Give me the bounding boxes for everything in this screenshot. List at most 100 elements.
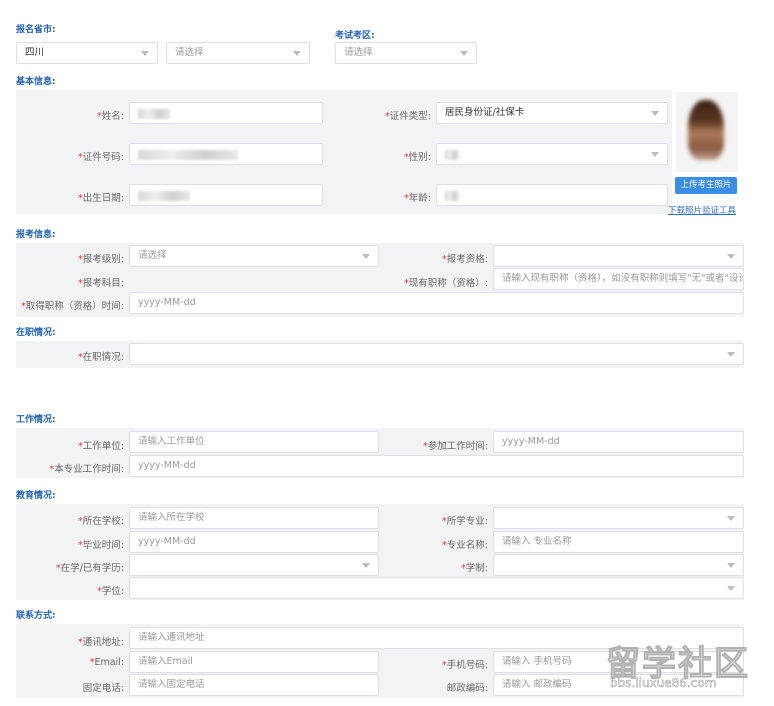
major-work-time-input[interactable]: yyyy-MM-dd — [129, 455, 744, 477]
chevron-down-icon — [727, 254, 735, 259]
id-type-value: 居民身份证/社保卡 — [445, 107, 525, 118]
redacted-text — [138, 191, 190, 201]
current-title-placeholder: 请输入现有职称（资格），如没有职称则填写"无"或者"设计 — [502, 273, 744, 284]
current-title-input[interactable]: 请输入现有职称（资格），如没有职称则填写"无"或者"设计 — [493, 268, 744, 290]
chevron-down-icon — [727, 586, 735, 591]
email-input[interactable]: 请输入Email — [129, 651, 379, 673]
id-type-label: *证件类型: — [385, 111, 431, 122]
mobile-placeholder: 请输入 手机号码 — [502, 656, 572, 667]
degree-label: *学位: — [97, 586, 124, 597]
redacted-text — [445, 191, 459, 201]
exam-area-select[interactable]: 请选择 — [335, 42, 477, 64]
redacted-text — [138, 109, 170, 119]
candidate-photo — [676, 92, 738, 172]
chevron-down-icon — [362, 563, 370, 568]
chevron-down-icon — [727, 563, 735, 568]
download-tool-link[interactable]: 下载照片验证工具 — [668, 204, 736, 216]
gender-label: *性别: — [404, 152, 431, 163]
chevron-down-icon — [651, 152, 659, 157]
name-label: *姓名: — [97, 111, 124, 122]
birthdate-input[interactable] — [129, 184, 323, 206]
exam-level-label: *报考级别: — [78, 254, 124, 265]
work-unit-placeholder: 请输入工作单位 — [138, 436, 205, 447]
redacted-text — [445, 150, 459, 160]
province-section-label: 报名省市: — [16, 25, 56, 35]
graduation-input[interactable]: yyyy-MM-dd — [129, 531, 379, 553]
city-placeholder: 请选择 — [175, 47, 204, 58]
email-placeholder: 请输入Email — [138, 656, 193, 667]
exam-level-placeholder: 请选择 — [138, 250, 167, 261]
phone-placeholder: 请输入固定电话 — [138, 679, 205, 690]
address-label: *通讯地址: — [78, 637, 124, 648]
exam-subject-label: *报考科目: — [78, 278, 124, 289]
upload-photo-button[interactable]: 上传考生照片 — [675, 177, 737, 194]
mobile-label: *手机号码: — [442, 660, 488, 671]
basic-info-title: 基本信息: — [16, 77, 56, 87]
chevron-down-icon — [362, 254, 370, 259]
work-start-label: *参加工作时间: — [423, 441, 488, 452]
education-title: 教育情况: — [16, 491, 56, 501]
employment-status-label: *在职情况: — [78, 352, 124, 363]
major-work-time-label: *本专业工作时间: — [49, 464, 124, 475]
redacted-text — [138, 150, 238, 160]
qualification-select[interactable] — [493, 245, 744, 267]
employment-status-select[interactable] — [129, 343, 744, 365]
degree-status-select[interactable] — [129, 554, 379, 576]
exam-area-section-label: 考试考区: — [335, 31, 375, 41]
photo-face — [688, 100, 724, 160]
major-work-time-placeholder: yyyy-MM-dd — [138, 460, 196, 471]
postcode-label: 邮政编码: — [446, 683, 488, 694]
employment-title: 在职情况: — [16, 328, 56, 338]
phone-label: 固定电话: — [82, 683, 124, 694]
school-placeholder: 请输入所在学校 — [138, 512, 205, 523]
province-value: 四川 — [25, 47, 45, 58]
work-title: 工作情况: — [16, 415, 56, 425]
exam-info-title: 报考信息: — [16, 230, 56, 240]
qualification-label: *报考资格: — [442, 254, 488, 265]
degree-status-label: *在学/已有学历: — [55, 563, 124, 574]
work-unit-input[interactable]: 请输入工作单位 — [129, 431, 379, 453]
graduation-placeholder: yyyy-MM-dd — [138, 536, 196, 547]
chevron-down-icon — [651, 111, 659, 116]
chevron-down-icon — [141, 51, 149, 56]
work-start-input[interactable]: yyyy-MM-dd — [493, 431, 744, 453]
watermark-url: bbs.liuxue86.com — [610, 676, 717, 691]
id-number-input[interactable] — [129, 143, 323, 165]
chevron-down-icon — [727, 516, 735, 521]
school-label: *所在学校: — [78, 516, 124, 527]
chevron-down-icon — [727, 352, 735, 357]
address-placeholder: 请输入通讯地址 — [138, 632, 205, 643]
phone-input[interactable]: 请输入固定电话 — [129, 674, 379, 696]
degree-select[interactable] — [129, 577, 744, 599]
current-title-label: *现有职称（资格）: — [404, 278, 488, 289]
city-select[interactable]: 请选择 — [166, 42, 310, 64]
major-name-input[interactable]: 请输入 专业名称 — [493, 531, 744, 553]
chevron-down-icon — [293, 51, 301, 56]
postcode-placeholder: 请输入 邮政编码 — [502, 679, 572, 690]
work-start-placeholder: yyyy-MM-dd — [502, 436, 560, 447]
major-name-placeholder: 请输入 专业名称 — [502, 536, 572, 547]
age-label: *年龄: — [404, 193, 431, 204]
birthdate-label: *出生日期: — [78, 193, 124, 204]
id-type-select[interactable]: 居民身份证/社保卡 — [436, 102, 668, 124]
age-input[interactable] — [436, 184, 668, 206]
obtain-time-placeholder: yyyy-MM-dd — [138, 297, 196, 308]
exam-level-select[interactable]: 请选择 — [129, 245, 379, 267]
major-name-label: *专业名称: — [442, 540, 488, 551]
chevron-down-icon — [460, 51, 468, 56]
province-select[interactable]: 四川 — [16, 42, 158, 64]
id-number-label: *证件号码: — [78, 152, 124, 163]
obtain-time-label: *取得职称（资格）时间: — [21, 301, 124, 312]
major-select[interactable] — [493, 507, 744, 529]
work-unit-label: *工作单位: — [78, 441, 124, 452]
contact-title: 联系方式: — [16, 611, 56, 621]
email-label: *Email: — [89, 657, 124, 668]
gender-select[interactable] — [436, 143, 668, 165]
major-label: *所学专业: — [442, 516, 488, 527]
school-system-label: *学制: — [461, 563, 488, 574]
name-input[interactable] — [129, 102, 323, 124]
obtain-time-input[interactable]: yyyy-MM-dd — [129, 292, 744, 314]
graduation-label: *毕业时间: — [78, 540, 124, 551]
school-input[interactable]: 请输入所在学校 — [129, 507, 379, 529]
school-system-select[interactable] — [493, 554, 744, 576]
